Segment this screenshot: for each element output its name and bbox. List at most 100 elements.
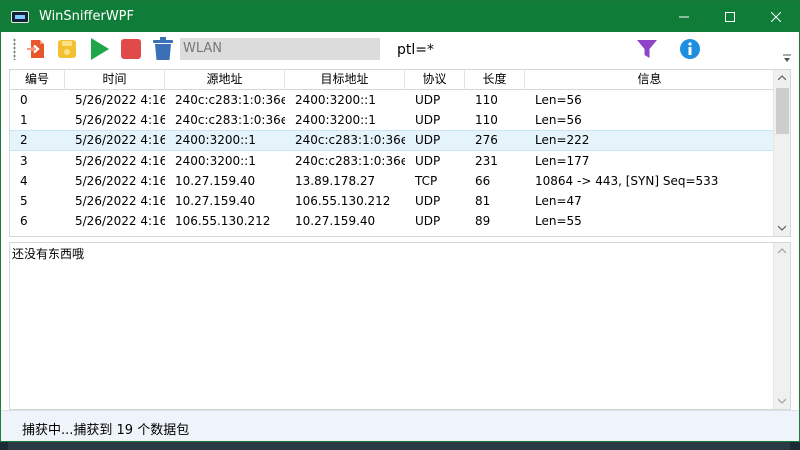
stop-capture-button[interactable] [119,37,143,61]
interface-selector[interactable]: WLAN [180,38,380,60]
cell-length: 110 [475,93,498,108]
cell-source: 10.27.159.40 [175,194,256,209]
play-icon [91,38,109,60]
table-row[interactable]: 3 5/26/2022 4:16 2400:3200::1 240c:c283:… [10,151,774,171]
cell-info: 10864 -> 443, [SYN] Seq=533059 [535,173,719,188]
table-row[interactable]: 4 5/26/2022 4:16 10.27.159.40 13.89.178.… [10,171,774,191]
export-button[interactable] [25,37,49,61]
column-header-number[interactable]: 编号 [10,70,65,90]
column-header-length[interactable]: 长度 [465,70,525,90]
cell-time: 5/26/2022 4:16 [75,153,165,168]
minimize-button[interactable] [661,1,707,32]
cell-length: 276 [475,133,498,148]
app-icon [11,10,29,23]
start-capture-button[interactable] [87,37,111,61]
cell-destination: 10.27.159.40 [295,214,376,229]
cell-source: 2400:3200::1 [175,153,256,168]
column-header-protocol[interactable]: 协议 [405,70,465,90]
scroll-down-icon[interactable] [778,224,786,232]
scroll-up-icon[interactable] [778,74,786,82]
cell-number: 4 [20,173,28,188]
cell-info: Len=47 [535,194,582,209]
cell-info: Len=177 [535,153,590,168]
scroll-up-icon[interactable] [778,247,786,255]
packet-detail-panel[interactable]: 还没有东西哦 [9,242,791,410]
table-row-selected[interactable]: 2 5/26/2022 4:16 2400:3200::1 240c:c283:… [10,130,774,151]
cell-length: 110 [475,113,498,128]
maximize-icon [725,11,735,22]
cell-number: 0 [20,93,28,108]
cell-length: 81 [475,194,491,209]
column-header-info[interactable]: 信息 [525,70,774,90]
maximize-button[interactable] [707,1,753,32]
table-body: 0 5/26/2022 4:16 240c:c283:1:0:36e1 2400… [10,90,774,231]
cell-number: 3 [20,153,28,168]
cell-protocol: UDP [415,93,441,108]
packet-table: 编号 时间 源地址 目标地址 协议 长度 信息 0 5/26/2022 4:16… [9,69,791,237]
stop-icon [121,39,141,59]
table-scrollbar[interactable] [773,70,790,236]
cell-source: 240c:c283:1:0:36e1 [175,113,285,128]
detail-scrollbar[interactable] [773,243,790,409]
filter-icon [637,40,657,58]
scroll-down-icon[interactable] [778,397,786,405]
cell-time: 5/26/2022 4:16 [75,173,165,188]
status-bar: 捕获中...捕获到 19 个数据包 [1,410,799,441]
cell-info: Len=222 [535,133,590,148]
window-title: WinSnifferWPF [39,9,134,24]
cell-protocol: TCP [415,173,438,188]
save-button[interactable] [55,37,79,61]
apply-filter-button[interactable] [635,37,659,61]
scrollbar-thumb[interactable] [776,88,789,134]
close-icon [771,11,781,22]
cell-time: 5/26/2022 4:16 [75,133,165,148]
cell-source: 10.27.159.40 [175,173,256,188]
cell-time: 5/26/2022 4:16 [75,93,165,108]
about-button[interactable] [678,37,702,61]
cell-protocol: UDP [415,113,441,128]
cell-length: 66 [475,173,491,188]
filter-input[interactable] [392,38,630,62]
detail-text: 还没有东西哦 [12,247,85,261]
cell-protocol: UDP [415,153,441,168]
cell-destination: 106.55.130.212 [295,194,391,209]
clear-button[interactable] [151,37,175,61]
column-header-time[interactable]: 时间 [65,70,165,90]
cell-source: 240c:c283:1:0:36e1 [175,93,285,108]
cell-info: Len=55 [535,214,582,229]
cell-destination: 2400:3200::1 [295,93,376,108]
status-text: 捕获中...捕获到 19 个数据包 [22,423,190,438]
close-button[interactable] [753,1,799,32]
column-header-source[interactable]: 源地址 [165,70,285,90]
table-header: 编号 时间 源地址 目标地址 协议 长度 信息 [10,70,774,90]
trash-icon [153,37,173,60]
cell-length: 231 [475,153,498,168]
toolbar-overflow-icon[interactable] [783,54,791,64]
cell-protocol: UDP [415,194,441,209]
cell-number: 6 [20,214,28,229]
cell-source: 2400:3200::1 [175,133,256,148]
cell-number: 2 [20,133,28,148]
cell-info: Len=56 [535,113,582,128]
toolbar: WLAN [1,32,799,68]
title-bar[interactable]: WinSnifferWPF [1,1,799,32]
minimize-icon [679,16,689,17]
cell-destination: 2400:3200::1 [295,113,376,128]
app-window: WinSnifferWPF WLAN ptl=* 编号 时间 源地址 目标地址 … [0,0,800,442]
save-icon [58,40,76,58]
cell-length: 89 [475,214,491,229]
cell-source: 106.55.130.212 [175,214,271,229]
table-row[interactable]: 6 5/26/2022 4:16 106.55.130.212 10.27.15… [10,211,774,231]
table-row[interactable]: 1 5/26/2022 4:16 240c:c283:1:0:36e1 2400… [10,110,774,130]
cell-time: 5/26/2022 4:16 [75,214,165,229]
cell-info: Len=56 [535,93,582,108]
table-row[interactable]: 5 5/26/2022 4:16 10.27.159.40 106.55.130… [10,191,774,211]
toolbar-grip[interactable] [13,38,16,60]
cell-number: 1 [20,113,28,128]
cell-time: 5/26/2022 4:16 [75,113,165,128]
column-header-destination[interactable]: 目标地址 [285,70,405,90]
table-row[interactable]: 0 5/26/2022 4:16 240c:c283:1:0:36e1 2400… [10,90,774,110]
cell-destination: 240c:c283:1:0:36e1 [295,153,405,168]
export-icon [27,40,44,58]
cell-protocol: UDP [415,133,441,148]
